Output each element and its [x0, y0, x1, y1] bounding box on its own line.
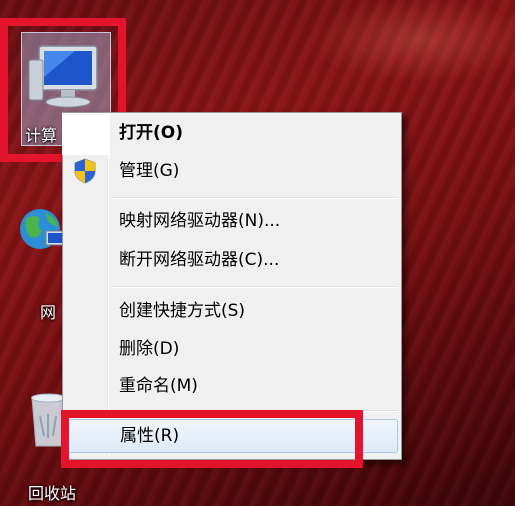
menu-item-label: 创建快捷方式(S) [119, 301, 246, 321]
menu-item-map-network-drive[interactable]: 映射网络驱动器(N)... [66, 204, 398, 238]
desktop-icon-network[interactable]: 网 [18, 205, 66, 322]
highlight-box-properties [61, 410, 363, 468]
context-menu: 打开(O) 管理(G) 映射网络驱动器(N)... 断开网络驱动器(C)... … [62, 112, 402, 460]
menu-item-manage[interactable]: 管理(G) [66, 154, 398, 188]
menu-item-label: 管理(G) [119, 161, 180, 181]
menu-item-delete[interactable]: 删除(D) [66, 332, 398, 366]
uac-shield-icon [74, 158, 96, 184]
menu-item-create-shortcut[interactable]: 创建快捷方式(S) [66, 294, 398, 328]
globe-icon [20, 209, 65, 249]
menu-item-rename[interactable]: 重命名(M) [66, 369, 398, 403]
menu-item-label: 重命名(M) [119, 376, 198, 396]
menu-item-open[interactable]: 打开(O) [66, 116, 398, 150]
menu-separator [111, 197, 398, 199]
menu-separator [111, 286, 398, 288]
menu-item-label: 删除(D) [119, 339, 180, 359]
menu-item-disconnect-network-drive[interactable]: 断开网络驱动器(C)... [66, 243, 398, 277]
menu-item-label: 映射网络驱动器(N)... [119, 211, 281, 231]
recycle-bin-label: 回收站 [28, 484, 77, 503]
menu-corner-overlap [62, 113, 110, 155]
menu-item-label: 打开(O) [119, 123, 183, 143]
network-label: 网 [40, 303, 57, 322]
menu-item-label: 断开网络驱动器(C)... [119, 250, 280, 270]
